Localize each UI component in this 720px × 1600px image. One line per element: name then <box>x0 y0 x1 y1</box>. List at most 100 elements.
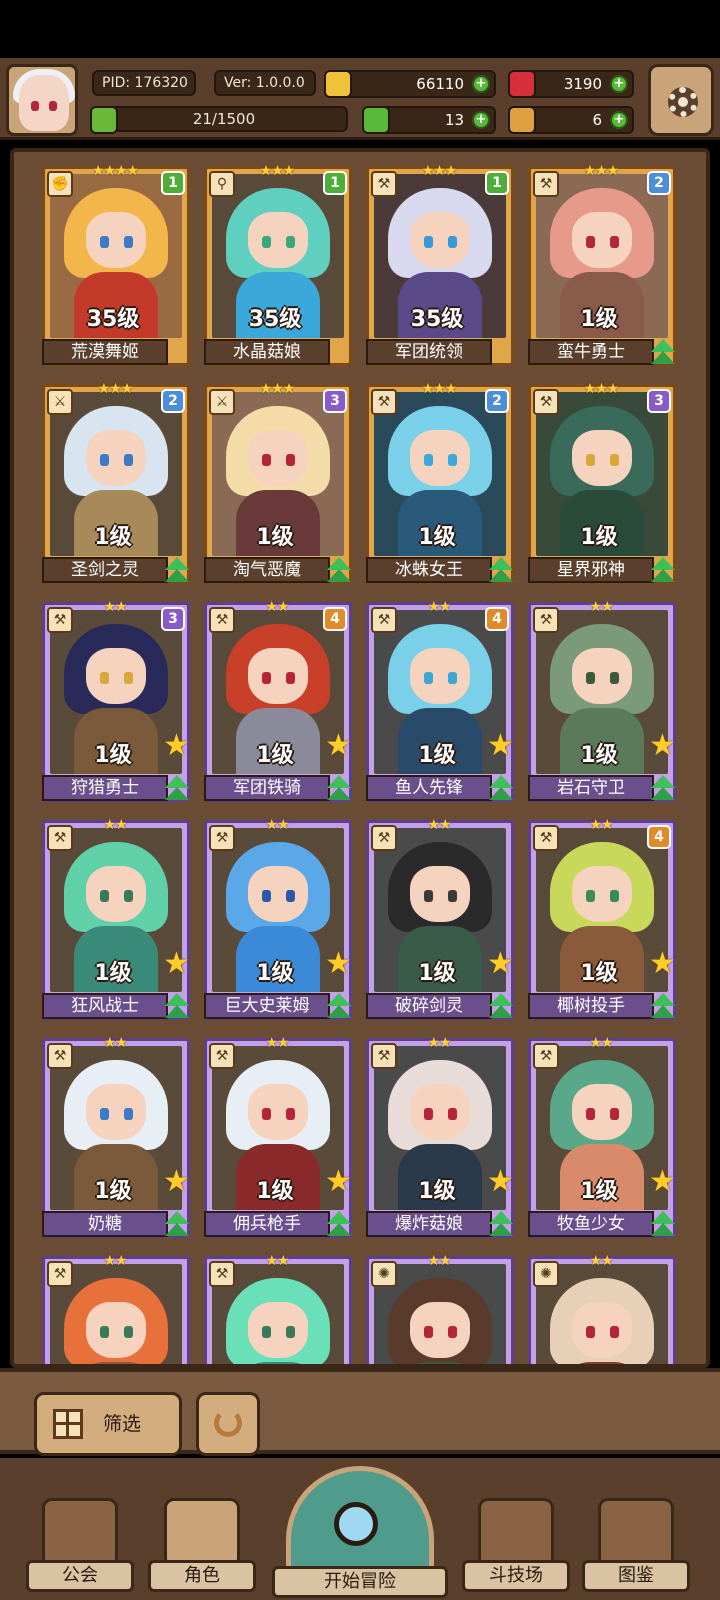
rank-badge: 1 <box>323 171 347 195</box>
upgrade-arrow-icon[interactable] <box>325 775 353 803</box>
hammer-value: 6 <box>592 111 602 129</box>
add-gold-button[interactable]: + <box>472 75 490 93</box>
gear-center <box>678 97 688 107</box>
portrait-eye <box>100 1108 109 1120</box>
character-card[interactable]: ⚔ ★★★ 2 1级 圣剑之灵 <box>42 381 191 585</box>
portrait-face <box>86 430 146 486</box>
star-upgrade-icon[interactable]: ★ <box>487 731 517 761</box>
star-rating: ★★ <box>103 599 127 615</box>
star-upgrade-icon[interactable]: ★ <box>487 1167 517 1197</box>
star-upgrade-icon[interactable]: ★ <box>163 731 193 761</box>
star-upgrade-icon[interactable]: ★ <box>649 949 679 979</box>
star-rating: ★★★ <box>97 381 134 397</box>
upgrade-arrow-icon[interactable] <box>487 775 515 803</box>
nav-codex[interactable]: 图鉴 <box>582 1498 690 1594</box>
upgrade-arrow-icon[interactable] <box>163 993 191 1021</box>
character-card[interactable]: ✺ ★★ <box>528 1253 676 1364</box>
portrait-eye <box>448 890 457 902</box>
upgrade-arrow-icon[interactable] <box>487 557 515 585</box>
add-clover-button[interactable]: + <box>472 111 490 129</box>
character-card[interactable]: ⚒ ★★ 1级 ★ 牧鱼少女 <box>528 1035 679 1239</box>
character-card[interactable]: ⚒ ★★ 1级 ★ 破碎剑灵 <box>366 817 517 1021</box>
star-upgrade-icon[interactable]: ★ <box>163 1167 193 1197</box>
add-hammer-button[interactable]: + <box>610 111 628 129</box>
character-card[interactable]: ⚒ ★★ 4 1级 ★ 鱼人先锋 <box>366 599 517 803</box>
star-upgrade-icon[interactable]: ★ <box>325 949 355 979</box>
portrait-eye <box>124 672 133 684</box>
start-adventure-button[interactable]: 开始冒险 <box>272 1466 448 1600</box>
character-card[interactable]: ⚒ ★★ 4 1级 ★ 军团铁骑 <box>204 599 355 803</box>
nav-arena-label: 斗技场 <box>462 1560 570 1592</box>
refresh-icon <box>214 1409 242 1437</box>
star-upgrade-icon[interactable]: ★ <box>649 731 679 761</box>
character-card[interactable]: ⚒ ★★ 1级 ★ 奶糖 <box>42 1035 193 1239</box>
character-card[interactable]: ⚒ ★★★ 1 35级 军团统领 <box>366 163 514 366</box>
ruby-icon <box>508 70 536 98</box>
avatar-eye <box>49 101 57 111</box>
upgrade-arrow-icon[interactable] <box>163 557 191 585</box>
portrait-eye <box>100 672 109 684</box>
star-upgrade-icon[interactable]: ★ <box>649 1167 679 1197</box>
bottom-navigation: 公会 角色 开始冒险 斗技场 图鉴 <box>0 1458 720 1600</box>
nav-guild[interactable]: 公会 <box>26 1498 134 1594</box>
upgrade-arrow-icon[interactable] <box>325 557 353 585</box>
filter-button[interactable]: 筛选 <box>34 1392 182 1456</box>
rank-badge: 1 <box>485 171 509 195</box>
character-level: 1级 <box>418 743 456 768</box>
character-card[interactable]: ⚔ ★★★ 3 1级 淘气恶魔 <box>204 381 353 585</box>
portrait-eye <box>610 672 619 684</box>
upgrade-arrow-icon[interactable] <box>163 775 191 803</box>
upgrade-arrow-icon[interactable] <box>649 993 677 1021</box>
nav-roles[interactable]: 角色 <box>148 1498 256 1594</box>
character-card[interactable]: ⚒ ★★ 1级 ★ 岩石守卫 <box>528 599 679 803</box>
nav-arena[interactable]: 斗技场 <box>462 1498 570 1594</box>
axe-icon: ⚒ <box>209 825 235 851</box>
player-avatar[interactable] <box>6 64 78 136</box>
axe-icon: ⚒ <box>209 1261 235 1287</box>
axe-icon: ⚒ <box>209 607 235 633</box>
upgrade-arrow-icon[interactable] <box>649 775 677 803</box>
character-card[interactable]: ⚒ ★★ 3 1级 ★ 狩猎勇士 <box>42 599 193 803</box>
character-name: 佣兵枪手 <box>204 1211 330 1237</box>
add-ruby-button[interactable]: + <box>610 75 628 93</box>
character-level: 1级 <box>94 525 132 550</box>
star-rating: ★★ <box>589 599 613 615</box>
upgrade-arrow-icon[interactable] <box>325 1211 353 1239</box>
refresh-button[interactable] <box>196 1392 260 1456</box>
portrait-face <box>86 1302 146 1358</box>
character-level: 1级 <box>580 1179 618 1204</box>
character-card[interactable]: ✺ ★★ <box>366 1253 514 1364</box>
settings-button[interactable] <box>648 64 714 136</box>
upgrade-arrow-icon[interactable] <box>325 993 353 1021</box>
star-upgrade-icon[interactable]: ★ <box>487 949 517 979</box>
character-card[interactable]: ⚒ ★★ 1级 ★ 佣兵枪手 <box>204 1035 355 1239</box>
character-card[interactable]: ⚒ ★★ 1级 ★ 狂风战士 <box>42 817 193 1021</box>
character-card[interactable]: ⚒ ★★★ 2 1级 蛮牛勇士 <box>528 163 677 367</box>
character-card[interactable]: ⚒ ★★ 4 1级 ★ 椰树投手 <box>528 817 679 1021</box>
star-upgrade-icon[interactable]: ★ <box>163 949 193 979</box>
star-rating: ★★ <box>427 1035 451 1051</box>
portrait-eye <box>262 1326 271 1338</box>
character-card[interactable]: ⚒ ★★ <box>42 1253 190 1364</box>
character-card[interactable]: ⚲ ★★★ 1 35级 水晶菇娘 <box>204 163 352 366</box>
upgrade-arrow-icon[interactable] <box>649 339 677 367</box>
character-card[interactable]: ⚒ ★★★ 3 1级 星界邪神 <box>528 381 677 585</box>
character-card[interactable]: ⚒ ★★ 1级 ★ 爆炸菇娘 <box>366 1035 517 1239</box>
star-upgrade-icon[interactable]: ★ <box>325 1167 355 1197</box>
character-level: 35级 <box>86 307 140 332</box>
rank-badge: 2 <box>485 389 509 413</box>
character-card[interactable]: ⚒ ★★★ 2 1级 冰蛛女王 <box>366 381 515 585</box>
upgrade-arrow-icon[interactable] <box>487 1211 515 1239</box>
upgrade-arrow-icon[interactable] <box>487 993 515 1021</box>
character-card[interactable]: ⚒ ★★ <box>204 1253 352 1364</box>
portrait-eye <box>262 1108 271 1120</box>
character-name: 淘气恶魔 <box>204 557 330 583</box>
character-card[interactable]: ⚒ ★★ 1级 ★ 巨大史莱姆 <box>204 817 355 1021</box>
star-upgrade-icon[interactable]: ★ <box>325 731 355 761</box>
upgrade-arrow-icon[interactable] <box>163 1211 191 1239</box>
upgrade-arrow-icon[interactable] <box>649 1211 677 1239</box>
portrait-eye <box>100 236 109 248</box>
upgrade-arrow-icon[interactable] <box>649 557 677 585</box>
character-card[interactable]: ✊ ★★★★ 1 35级 荒漠舞姬 <box>42 163 190 366</box>
star-rating: ★★ <box>589 817 613 833</box>
